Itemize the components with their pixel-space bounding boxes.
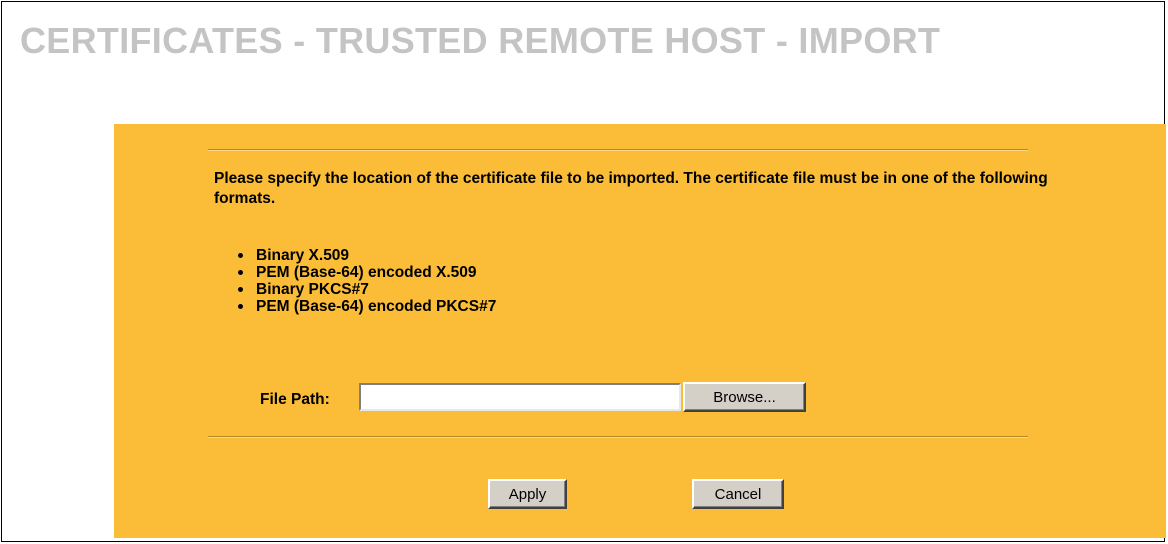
list-item: Binary PKCS#7 [236,281,496,298]
bottom-divider [208,436,1028,438]
bullet-icon [238,304,243,309]
browse-button[interactable]: Browse... [683,382,806,412]
format-label: PEM (Base-64) encoded X.509 [256,264,477,281]
top-divider [208,149,1028,151]
bullet-icon [238,287,243,292]
list-item: PEM (Base-64) encoded PKCS#7 [236,298,496,315]
format-label: Binary PKCS#7 [256,281,369,298]
import-panel: Please specify the location of the certi… [114,124,1166,538]
list-item: Binary X.509 [236,247,496,264]
list-item: PEM (Base-64) encoded X.509 [236,264,496,281]
page-frame: CERTIFICATES - TRUSTED REMOTE HOST - IMP… [1,1,1166,542]
bullet-icon [238,253,243,258]
file-path-label: File Path: [260,391,330,408]
format-label: Binary X.509 [256,247,350,264]
file-path-input[interactable] [359,383,681,411]
bullet-icon [238,270,243,275]
apply-button[interactable]: Apply [488,479,567,509]
page-title: CERTIFICATES - TRUSTED REMOTE HOST - IMP… [20,20,941,61]
cancel-button[interactable]: Cancel [692,479,784,509]
format-label: PEM (Base-64) encoded PKCS#7 [256,298,497,315]
format-list: Binary X.509 PEM (Base-64) encoded X.509… [236,247,496,315]
instructions-text: Please specify the location of the certi… [214,170,1048,207]
